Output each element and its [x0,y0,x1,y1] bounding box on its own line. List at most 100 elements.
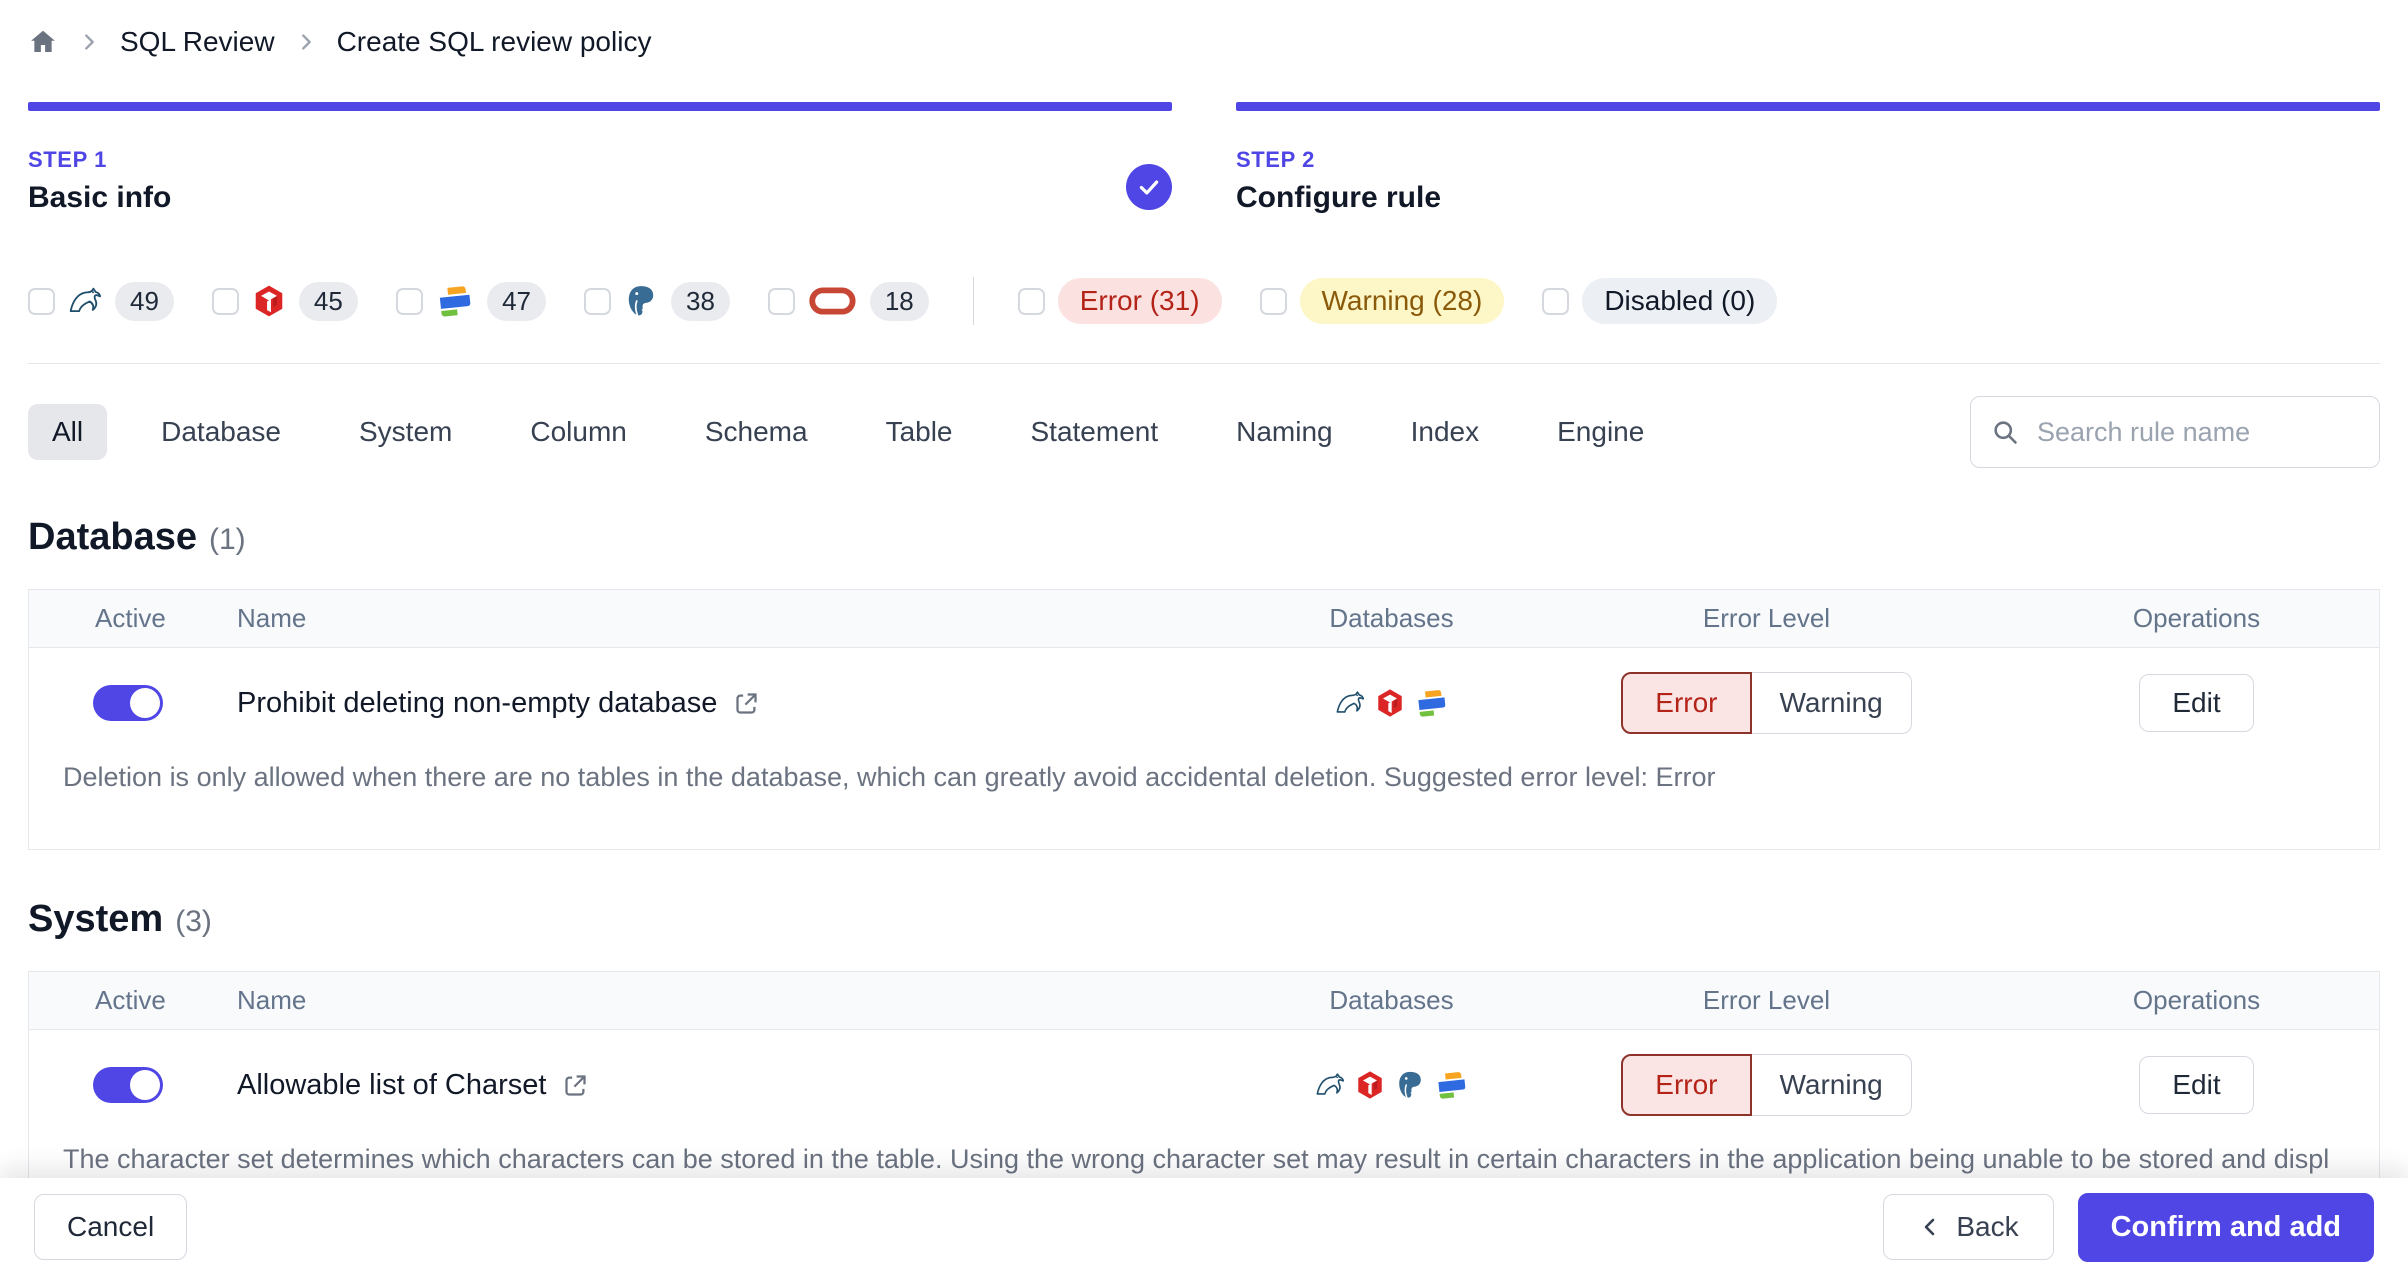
rule-description: Deletion is only allowed when there are … [63,762,1716,792]
oracle-count-badge: 18 [869,281,929,321]
step-1-progress-bar [28,102,1172,111]
tidb-filter-checkbox[interactable] [211,287,239,315]
engine-filter-mysql[interactable]: 49 [28,281,174,321]
rule-name: Prohibit deleting non-empty database [237,686,718,719]
external-link-icon[interactable] [733,690,760,717]
table-header: Active Name Databases Error Level Operat… [29,590,2379,648]
rule-active-toggle[interactable] [93,1067,163,1104]
column-header-databases: Databases [1329,985,1454,1016]
column-header-databases: Databases [1329,603,1454,633]
create-sql-review-policy-page: SQL Review Create SQL review policy STEP… [0,0,2408,1272]
breadcrumb-sql-review[interactable]: SQL Review [120,26,275,58]
error-level-error-button[interactable]: Error [1621,672,1752,734]
oceanbase-icon-slot [436,284,474,318]
tab-system[interactable]: System [335,404,476,460]
error-level-warning-button[interactable]: Warning [1751,672,1912,734]
mysql-icon-slot [68,284,102,318]
mysql-count-badge: 49 [115,281,174,321]
tab-column[interactable]: Column [506,404,650,460]
error-level-warning-button[interactable]: Warning [1751,1054,1912,1117]
rule-active-toggle[interactable] [93,685,163,721]
rule-databases [1264,1070,1519,1100]
error-level-selector: Error Warning [1519,672,2014,734]
level-filter-disabled[interactable]: Disabled (0) [1542,278,1778,324]
oceanbase-count-badge: 47 [487,281,547,321]
cancel-button[interactable]: Cancel [34,1194,188,1260]
oceanbase-filter-checkbox[interactable] [395,287,423,315]
rule-databases [1264,688,1519,718]
category-tabs-row: All Database System Column Schema Table … [28,396,2380,468]
step-2-label: STEP 2 [1236,147,1316,172]
chevron-left-icon [1918,1215,1942,1239]
step-1-label: STEP 1 [28,147,108,172]
error-count-pill: Error (31) [1057,278,1222,324]
engine-filter-oracle[interactable]: 18 [767,281,929,321]
warning-count-pill: Warning (28) [1299,278,1505,324]
warning-filter-checkbox[interactable] [1259,287,1287,315]
tidb-count-badge: 45 [298,281,358,321]
tab-schema[interactable]: Schema [681,404,832,460]
tidb-icon [1375,688,1405,718]
postgresql-icon-slot [624,284,658,318]
oracle-icon-slot [808,284,857,318]
level-filter-warning[interactable]: Warning (28) [1259,278,1505,324]
postgresql-icon [624,284,658,318]
mysql-icon [68,284,102,318]
section-title-text: Database [28,516,197,558]
search-input[interactable] [2035,415,2359,449]
search-box[interactable] [1970,396,2380,468]
category-tabs: All Database System Column Schema Table … [28,404,1668,460]
tidb-icon [252,284,286,318]
tidb-icon-slot [252,284,286,318]
breadcrumb-current: Create SQL review policy [336,26,652,57]
oracle-filter-checkbox[interactable] [767,287,795,315]
step-1-completed-badge [1126,164,1172,210]
tab-index[interactable]: Index [1387,404,1504,460]
table-row: Prohibit deleting non-empty database Err… [29,648,2379,849]
section-count: (1) [208,523,246,556]
engine-filter-tidb[interactable]: 45 [211,281,358,321]
edit-button[interactable]: Edit [2139,1056,2254,1115]
column-header-operations: Operations [2132,603,2261,633]
check-icon [1139,180,1159,195]
step-1: STEP 1 Basic info [28,102,1172,215]
error-level-error-button[interactable]: Error [1621,1054,1752,1117]
back-button[interactable]: Back [1883,1194,2054,1260]
engine-filter-oceanbase[interactable]: 47 [395,281,547,321]
column-header-active: Active [95,985,166,1016]
oracle-icon [808,284,857,318]
external-link-icon[interactable] [562,1072,589,1099]
tab-database[interactable]: Database [137,404,305,460]
tab-all[interactable]: All [28,404,108,460]
column-header-operations: Operations [2132,985,2261,1016]
step-2-progress-bar [1236,102,2380,111]
confirm-and-add-button[interactable]: Confirm and add [2077,1192,2374,1262]
tab-naming[interactable]: Naming [1212,404,1356,460]
tab-engine[interactable]: Engine [1533,404,1668,460]
error-filter-checkbox[interactable] [1017,287,1045,315]
level-filter-error[interactable]: Error (31) [1017,278,1222,324]
oceanbase-icon [436,284,474,318]
column-header-error-level: Error Level [1702,985,1831,1016]
filter-bar: 49 45 47 38 18 Error (31) Warning (28) D… [28,277,2380,325]
home-icon[interactable] [28,27,58,57]
column-header-name: Name [237,985,307,1016]
mysql-filter-checkbox[interactable] [28,287,55,315]
section-divider [28,363,2380,364]
postgresql-count-badge: 38 [671,281,730,321]
tab-table[interactable]: Table [862,404,977,460]
disabled-filter-checkbox[interactable] [1542,287,1570,315]
section-title-text: System [28,898,164,941]
postgresql-filter-checkbox[interactable] [584,287,612,315]
step-1-title: Basic info [28,181,172,214]
column-header-name: Name [237,603,307,633]
rule-name: Allowable list of Charset [237,1068,547,1101]
postgresql-icon [1395,1070,1425,1100]
step-indicator: STEP 1 Basic info STEP 2 Configure rule [28,102,2380,215]
engine-filter-postgresql[interactable]: 38 [584,281,730,321]
mysql-icon [1315,1070,1345,1100]
chevron-right-icon [295,31,317,53]
tab-statement[interactable]: Statement [1007,404,1183,460]
edit-button[interactable]: Edit [2139,674,2254,732]
error-level-selector: Error Warning [1519,1054,2014,1117]
